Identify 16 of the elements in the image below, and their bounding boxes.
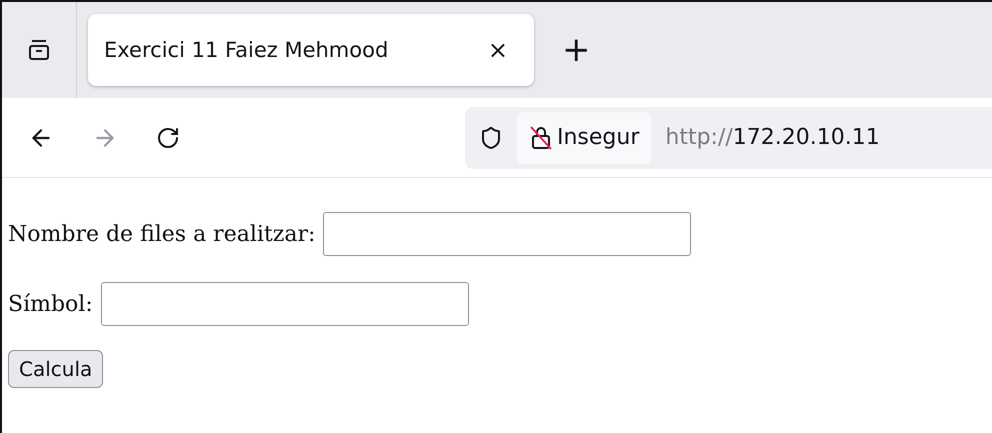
close-tab-button[interactable]: × <box>478 36 518 64</box>
calculate-button[interactable]: Calcula <box>8 350 104 388</box>
tab-title: Exercici 11 Faiez Mehmood <box>104 38 390 62</box>
field-label: Símbol: <box>8 292 93 316</box>
browser-tab[interactable]: Exercici 11 Faiez Mehmood × <box>88 14 534 86</box>
text-input[interactable] <box>100 282 469 326</box>
field-label: Nombre de files a realitzar: <box>8 222 316 246</box>
address-bar[interactable]: Insegur http://172.20.10.11 <box>465 106 992 168</box>
new-tab-button[interactable]: + <box>562 30 590 70</box>
crossed-lock-icon <box>529 124 553 150</box>
tab-list-icon[interactable] <box>28 39 50 61</box>
reload-icon[interactable] <box>156 126 180 150</box>
shield-icon[interactable] <box>479 126 503 150</box>
security-indicator[interactable]: Insegur <box>517 112 652 164</box>
url-text: http://172.20.10.11 <box>665 125 880 150</box>
text-input[interactable] <box>323 212 692 256</box>
